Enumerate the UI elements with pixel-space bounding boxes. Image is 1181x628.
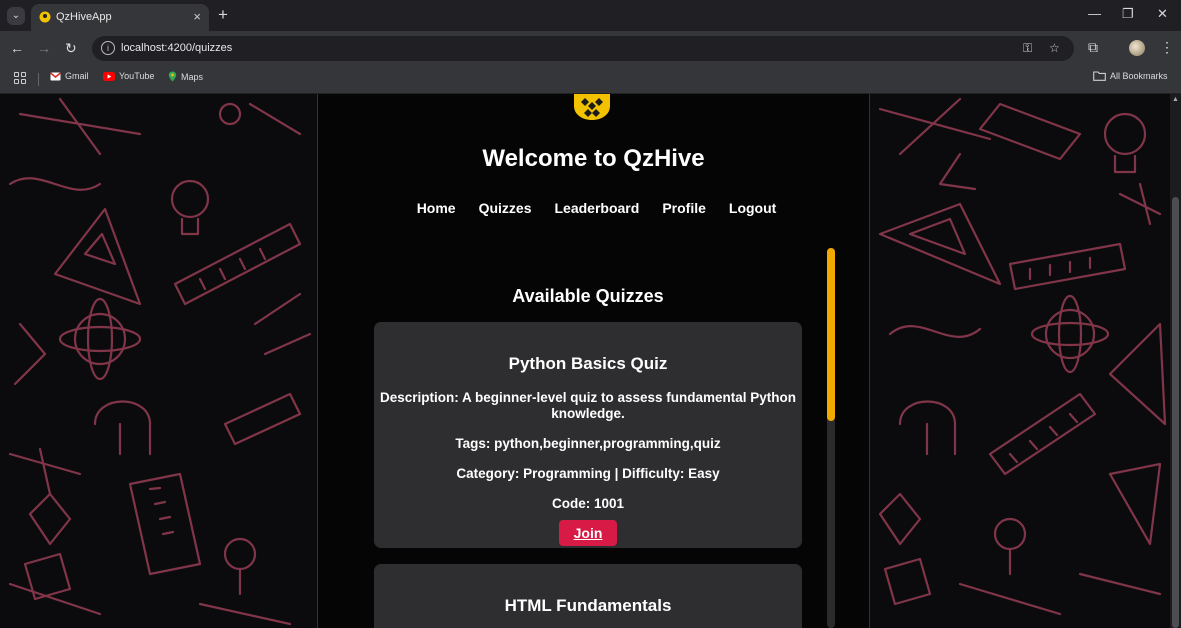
quiz-tags: Tags: python,beginner,programming,quiz — [455, 436, 721, 451]
join-button[interactable]: Join — [558, 520, 618, 546]
reload-icon[interactable]: ↻ — [65, 40, 77, 57]
tab-title: QzHiveApp — [56, 11, 112, 23]
quiz-card: Python Basics Quiz Description: A beginn… — [374, 322, 802, 548]
page-scrollbar-thumb[interactable] — [1172, 197, 1179, 628]
bookmarks-bar: Gmail YouTube Maps All Bookmarks — [0, 66, 1181, 94]
forward-icon[interactable]: → — [37, 40, 51, 56]
back-icon[interactable]: ← — [10, 40, 24, 56]
gmail-icon — [50, 71, 61, 80]
site-info-icon[interactable]: i — [101, 41, 115, 55]
extensions-icon[interactable]: ⧉ — [1088, 39, 1098, 56]
bookmark-star-icon[interactable]: ☆ — [1049, 41, 1060, 55]
quiz-code: Code: 1001 — [551, 496, 625, 511]
url-text[interactable]: localhost:4200/quizzes — [121, 42, 232, 54]
qzhive-logo-icon — [574, 94, 610, 120]
nav-quizzes[interactable]: Quizzes — [479, 200, 532, 216]
browser-tab[interactable]: QzHiveApp × — [31, 4, 209, 31]
browser-menu-icon[interactable]: ⋮ — [1160, 39, 1174, 56]
bookmark-youtube-label: YouTube — [119, 71, 155, 81]
maps-icon — [168, 71, 177, 82]
quiz-category-difficulty: Category: Programming | Difficulty: Easy — [456, 466, 720, 481]
bookmark-maps[interactable]: Maps — [168, 71, 203, 82]
welcome-heading: Welcome to QzHive — [482, 145, 705, 172]
address-bar[interactable]: i localhost:4200/quizzes ⚿ ☆ — [92, 36, 1074, 61]
nav-home[interactable]: Home — [417, 200, 456, 216]
bookmark-maps-label: Maps — [181, 71, 204, 82]
quiz-card: HTML Fundamentals — [374, 564, 802, 628]
tab-close-icon[interactable]: × — [193, 9, 201, 24]
youtube-icon — [103, 71, 115, 81]
quiz-title: Python Basics Quiz — [508, 354, 668, 373]
quiz-title: HTML Fundamentals — [504, 596, 672, 615]
tab-search-button[interactable]: ⌄ — [7, 7, 25, 25]
restore-icon[interactable]: ❐ — [1122, 6, 1134, 22]
quiz-list-scrollbar-thumb[interactable] — [827, 248, 835, 421]
qzhive-favicon-icon — [39, 11, 51, 23]
bookmark-youtube[interactable]: YouTube — [103, 71, 154, 81]
main-content-column: Welcome to QzHive Home Quizzes Leaderboa… — [317, 94, 870, 628]
nav-profile[interactable]: Profile — [662, 200, 706, 216]
window-close-icon[interactable]: ✕ — [1157, 6, 1168, 22]
profile-avatar[interactable] — [1129, 40, 1145, 56]
nav-leaderboard[interactable]: Leaderboard — [555, 200, 640, 216]
new-tab-button[interactable]: + — [218, 5, 228, 25]
main-nav: Home Quizzes Leaderboard Profile Logout — [318, 200, 872, 216]
bookmark-gmail[interactable]: Gmail — [50, 71, 89, 81]
password-key-icon[interactable]: ⚿ — [1023, 41, 1032, 56]
browser-toolbar: ← → ↻ i localhost:4200/quizzes ⚿ ☆ ⧉ ⋮ — [0, 31, 1181, 66]
minimize-icon[interactable]: — — [1088, 6, 1101, 21]
all-bookmarks-label: All Bookmarks — [1110, 71, 1168, 81]
bookmark-gmail-label: Gmail — [65, 71, 89, 81]
quiz-description: Description: A beginner-level quiz to as… — [379, 390, 797, 421]
all-bookmarks[interactable]: All Bookmarks — [1093, 71, 1168, 81]
tab-strip: ⌄ QzHiveApp × + — ❐ ✕ — [0, 0, 1181, 31]
folder-icon — [1093, 71, 1106, 81]
scroll-up-icon[interactable]: ▲ — [1172, 96, 1179, 103]
nav-logout[interactable]: Logout — [729, 200, 776, 216]
bookmarks-divider — [38, 73, 39, 86]
apps-grid-icon[interactable] — [14, 72, 26, 84]
page-viewport: Welcome to QzHive Home Quizzes Leaderboa… — [0, 94, 1170, 628]
available-quizzes-heading: Available Quizzes — [512, 286, 664, 306]
